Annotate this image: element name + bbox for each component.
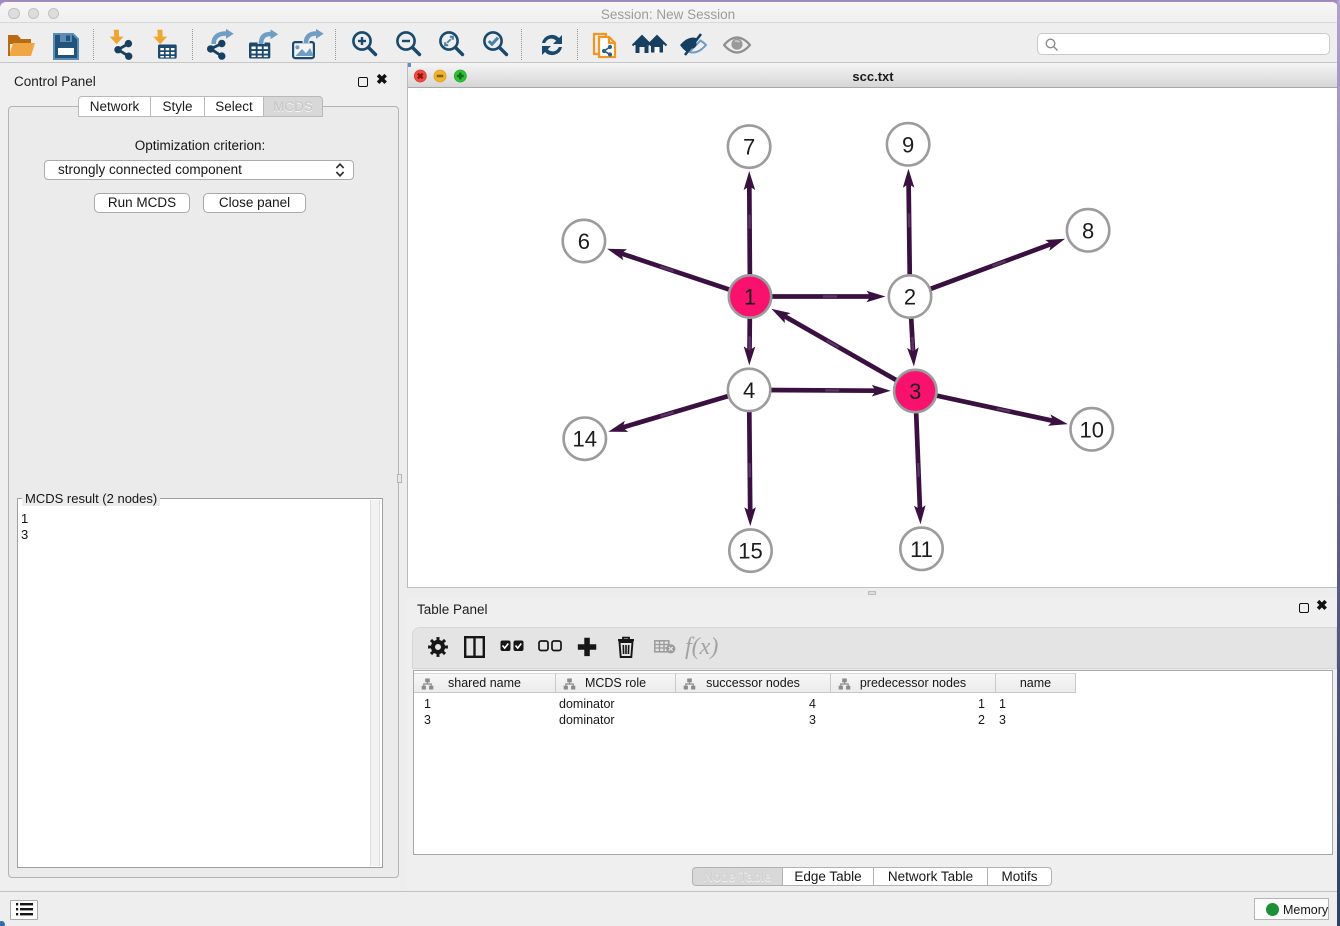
svg-text:10: 10 xyxy=(1079,417,1103,442)
svg-text:4: 4 xyxy=(743,378,755,403)
svg-text:3: 3 xyxy=(909,379,921,404)
svg-text:15: 15 xyxy=(738,539,762,564)
svg-text:9: 9 xyxy=(902,132,914,157)
svg-text:6: 6 xyxy=(578,229,590,254)
svg-text:1: 1 xyxy=(744,285,756,310)
svg-text:7: 7 xyxy=(743,135,755,160)
svg-text:2: 2 xyxy=(904,285,916,310)
svg-text:14: 14 xyxy=(573,427,597,452)
svg-text:8: 8 xyxy=(1082,218,1094,243)
svg-text:11: 11 xyxy=(910,537,933,562)
